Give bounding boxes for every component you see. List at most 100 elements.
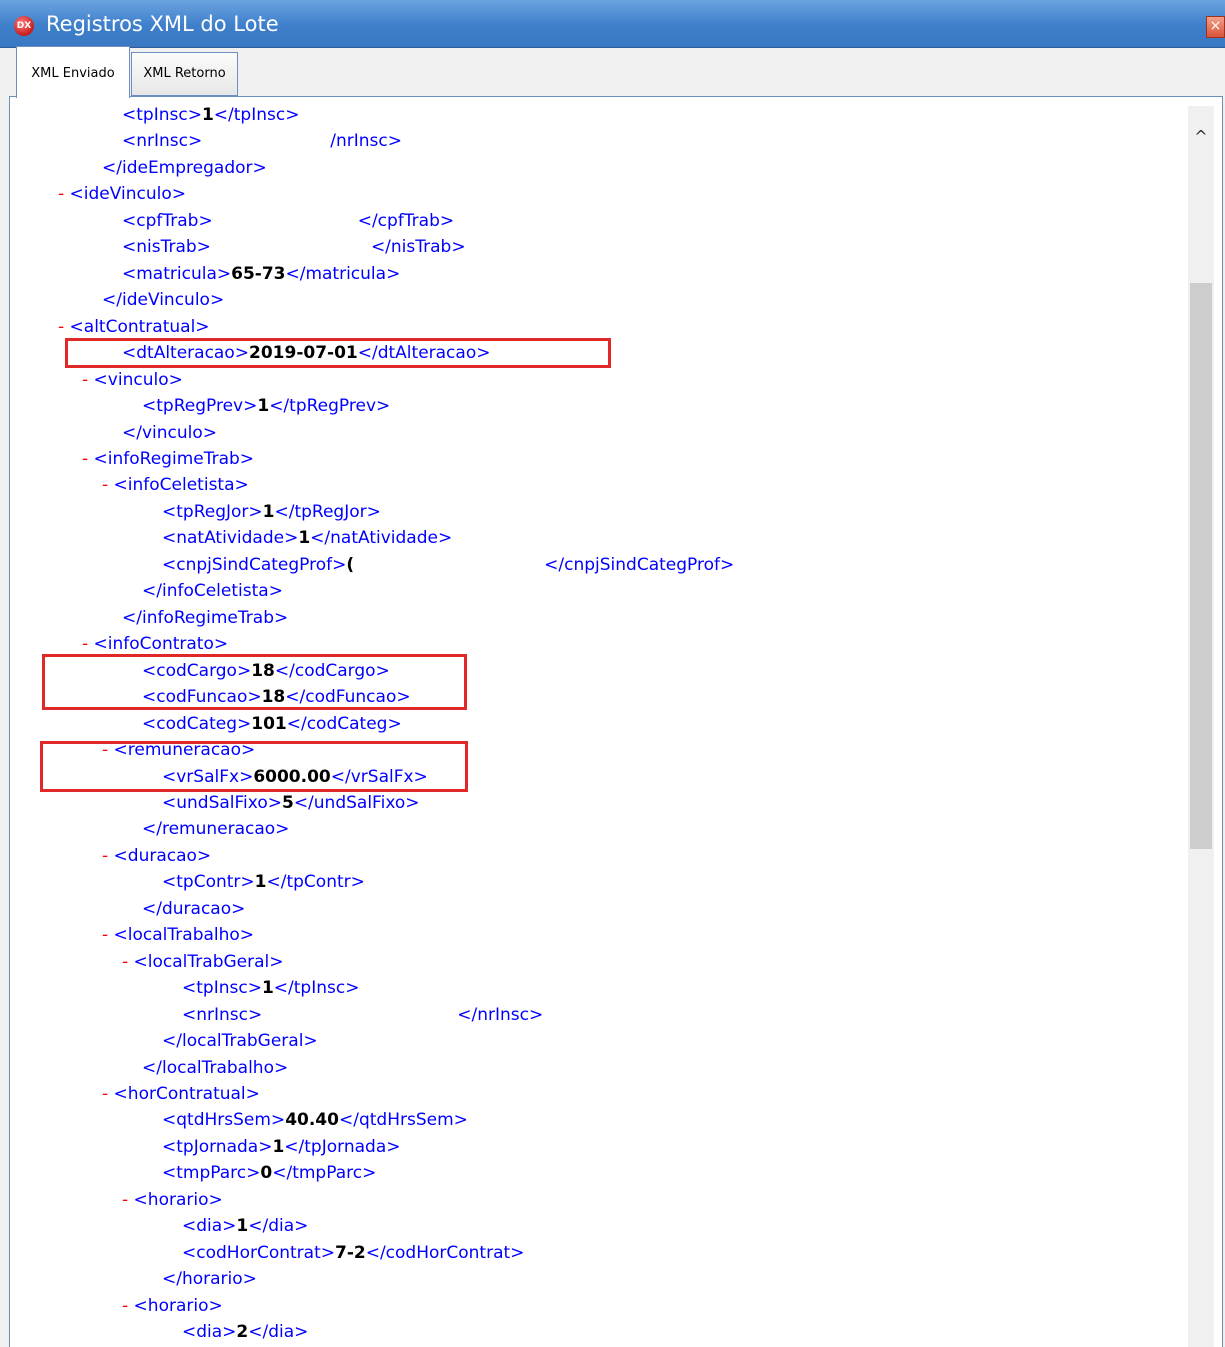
xml-open-tag: <dia> [182, 1322, 237, 1343]
xml-line: <qtdHrsSem>40.40</qtdHrsSem> [162, 1107, 468, 1133]
xml-open-tag: </horario> [162, 1269, 257, 1290]
xml-close-tag: </tpContr> [266, 872, 365, 893]
xml-value: 1 [262, 501, 275, 522]
xml-close-tag: </codCargo> [274, 660, 390, 681]
xml-open-tag: </infoRegimeTrab> [122, 607, 289, 628]
xml-open-tag: <vinculo> [93, 369, 183, 390]
xml-close-tag: </tpJornada> [284, 1136, 401, 1157]
xml-open-tag: <codHorContrat> [182, 1242, 335, 1263]
xml-close-tag: </tpInsc> [273, 978, 360, 999]
app-icon: DX [14, 16, 34, 36]
xml-open-tag: <vrSalFx> [162, 766, 254, 787]
xml-value: 6000.00 [253, 766, 331, 787]
xml-close-tag: </cpfTrab> [357, 210, 455, 231]
xml-open-tag: <localTrabGeral> [133, 951, 284, 972]
xml-open-tag: </vinculo> [122, 422, 218, 443]
xml-value: 1 [298, 528, 311, 549]
xml-open-tag: <altContratual> [69, 316, 210, 337]
xml-open-tag: <nrInsc> [122, 131, 203, 152]
xml-open-tag: <codCargo> [142, 660, 252, 681]
xml-line: <dtAlteracao>2019-07-01</dtAlteracao> [122, 340, 490, 366]
xml-value: 1 [257, 396, 270, 417]
tab-xml-enviado[interactable]: XML Enviado [16, 46, 130, 98]
collapse-toggle-icon[interactable]: - [122, 952, 134, 972]
collapse-toggle-icon[interactable]: - [82, 449, 94, 469]
xml-open-tag: </ideVinculo> [102, 290, 225, 311]
xml-open-tag: <matricula> [122, 263, 232, 284]
xml-line: </infoRegimeTrab> [122, 605, 288, 631]
collapse-toggle-icon[interactable]: - [82, 370, 94, 390]
xml-line: - <localTrabalho> [102, 922, 254, 948]
xml-line: </vinculo> [122, 420, 217, 446]
collapse-toggle-icon[interactable]: - [58, 184, 70, 204]
xml-line: <nisTrab> </nisTrab> [122, 234, 466, 260]
xml-line: - <ideVinculo> [58, 181, 186, 207]
tab-xml-retorno[interactable]: XML Retorno [131, 52, 238, 96]
xml-open-tag: <dtAlteracao> [122, 343, 249, 364]
xml-close-tag: </nrInsc> [457, 1004, 544, 1025]
xml-line: - <horContratual> [102, 1081, 260, 1107]
xml-line: - <infoRegimeTrab> [82, 446, 254, 472]
scroll-thumb[interactable] [1190, 283, 1212, 849]
xml-close-tag: </codCateg> [286, 713, 402, 734]
xml-value: 40.40 [285, 1110, 339, 1131]
xml-line: </horario> [162, 1266, 257, 1292]
collapse-toggle-icon[interactable]: - [122, 1190, 134, 1210]
xml-line: </remuneracao> [142, 816, 289, 842]
collapse-toggle-icon[interactable]: - [102, 1084, 114, 1104]
xml-open-tag: <natAtividade> [162, 528, 299, 549]
collapse-toggle-icon[interactable]: - [102, 475, 114, 495]
xml-line: <nrInsc> </nrInsc> [182, 1002, 543, 1028]
xml-open-tag: </infoCeletista> [142, 581, 283, 602]
scroll-up-icon[interactable]: ^ [1190, 126, 1212, 148]
xml-close-tag: </codFuncao> [285, 687, 411, 708]
xml-close-tag: </tpInsc> [213, 105, 300, 125]
xml-open-tag: <codCateg> [142, 713, 252, 734]
xml-line: </ideEmpregador> [102, 155, 267, 181]
collapse-toggle-icon[interactable]: - [58, 317, 70, 337]
xml-line: <nrInsc> /nrInsc> [122, 128, 402, 154]
xml-value: 0 [260, 1163, 273, 1184]
xml-line: <dia>2</dia> [182, 1319, 308, 1345]
xml-open-tag: <infoContrato> [93, 634, 229, 655]
xml-value: 1 [272, 1136, 285, 1157]
xml-open-tag: <tpContr> [162, 872, 255, 893]
xml-line: <codFuncao>18</codFuncao> [142, 684, 411, 710]
xml-open-tag: <nisTrab> [122, 237, 211, 258]
collapse-toggle-icon[interactable]: - [102, 846, 114, 866]
xml-line: </localTrabGeral> [162, 1028, 318, 1054]
xml-line: - <horario> [122, 1187, 223, 1213]
xml-value: 1 [254, 872, 267, 893]
xml-close-tag: </matricula> [285, 263, 401, 284]
collapse-toggle-icon[interactable]: - [102, 925, 114, 945]
xml-close-tag: </undSalFixo> [293, 792, 420, 813]
xml-line: </localTrabalho> [142, 1055, 288, 1081]
xml-line: - <altContratual> [58, 314, 210, 340]
xml-line: - <vinculo> [82, 367, 183, 393]
collapse-toggle-icon[interactable]: - [122, 1296, 134, 1316]
xml-open-tag: <horario> [133, 1295, 223, 1316]
xml-open-tag: <tpInsc> [122, 105, 202, 125]
xml-open-tag: </localTrabGeral> [162, 1031, 318, 1052]
xml-value: 1 [201, 105, 214, 125]
xml-close-tag: </dia> [248, 1322, 309, 1343]
xml-value: 18 [251, 660, 275, 681]
xml-line: - <horario> [122, 1293, 223, 1319]
xml-open-tag: <cnpjSindCategProf> [162, 554, 347, 575]
xml-value: ( [346, 554, 355, 575]
xml-open-tag: <infoRegimeTrab> [93, 448, 255, 469]
window-title: Registros XML do Lote [46, 12, 279, 36]
xml-close-tag: </natAtividade> [310, 528, 453, 549]
collapse-toggle-icon[interactable]: - [82, 634, 94, 654]
xml-open-tag: <tpJornada> [162, 1136, 273, 1157]
close-button[interactable]: × [1206, 16, 1225, 38]
xml-line: - <localTrabGeral> [122, 949, 284, 975]
xml-value: 5 [281, 792, 294, 813]
xml-open-tag: <codFuncao> [142, 687, 262, 708]
collapse-toggle-icon[interactable]: - [102, 740, 114, 760]
xml-close-tag: </tpRegJor> [274, 501, 381, 522]
xml-line: - <duracao> [102, 843, 211, 869]
xml-open-tag: <tmpParc> [162, 1163, 261, 1184]
xml-close-tag: </tmpParc> [272, 1163, 377, 1184]
xml-open-tag: <tpRegPrev> [142, 396, 258, 417]
